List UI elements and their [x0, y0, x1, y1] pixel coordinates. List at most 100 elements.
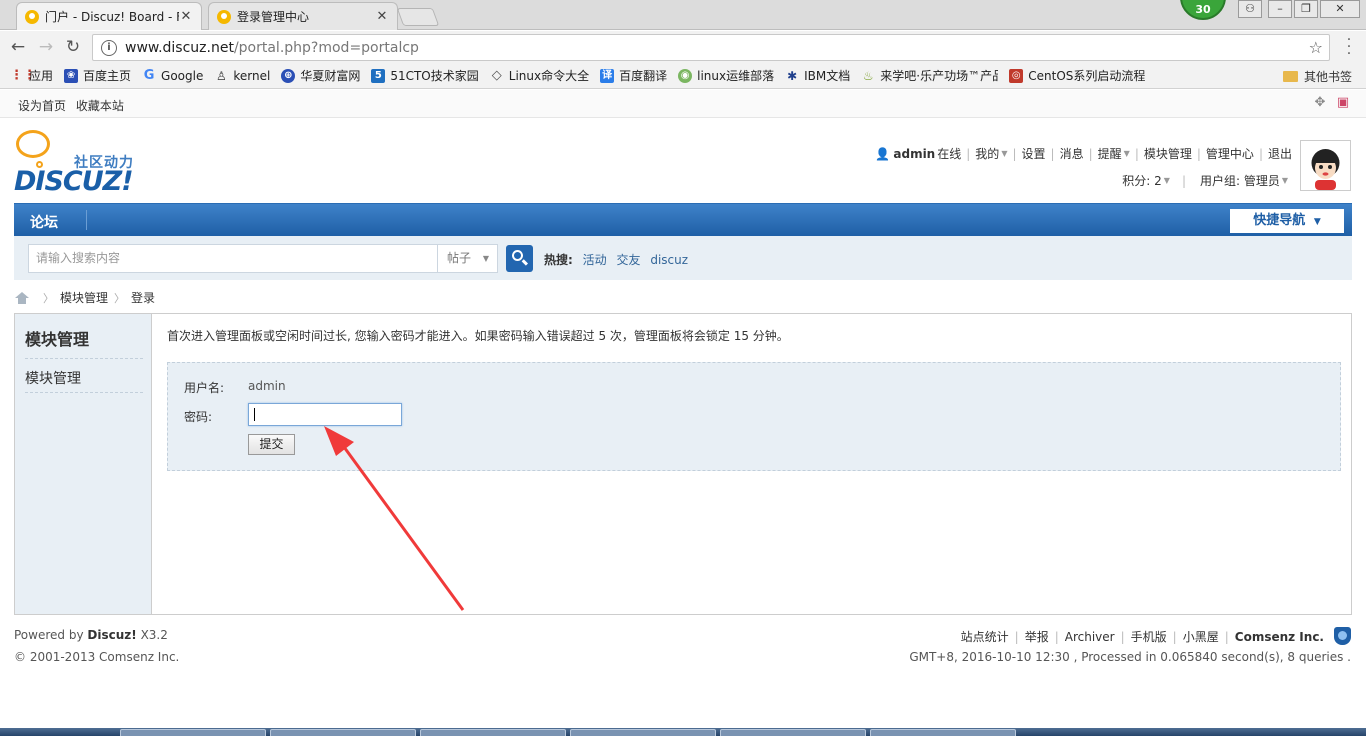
footer-link-archiver[interactable]: Archiver	[1065, 630, 1115, 644]
discuz-link[interactable]: Discuz!	[87, 628, 136, 642]
translate-icon: 译	[600, 68, 615, 83]
forward-arrow-icon[interactable]: →	[36, 37, 56, 57]
admin-center-link[interactable]: 管理中心	[1206, 145, 1254, 162]
security-shield-icon[interactable]	[1334, 627, 1351, 645]
avatar-image	[1301, 141, 1350, 190]
user-icon: 👤	[875, 146, 891, 161]
footer-company-link[interactable]: Comsenz Inc.	[1235, 630, 1324, 644]
username-link[interactable]: admin	[893, 147, 935, 161]
search-icon	[512, 250, 523, 261]
submit-button[interactable]: 提交	[248, 434, 295, 455]
linux-ops-icon: ◉	[678, 68, 693, 83]
bookmark-baidu-translate[interactable]: 译 百度翻译	[600, 67, 667, 84]
taskbar-item[interactable]	[270, 729, 416, 736]
home-icon[interactable]	[15, 291, 29, 304]
back-arrow-icon[interactable]: ←	[8, 37, 28, 57]
bookmark-apps[interactable]: ⋮⋮ 应用	[10, 67, 53, 84]
taskbar-item[interactable]	[720, 729, 866, 736]
style-switch-icon[interactable]: ▣	[1336, 96, 1350, 110]
search-input[interactable]: 请输入搜索内容	[28, 244, 452, 273]
reload-icon[interactable]: ↻	[63, 37, 83, 57]
hot-search: 热搜: 活动 交友 discuz	[544, 251, 694, 268]
messages-link[interactable]: 消息	[1060, 145, 1084, 162]
close-tab-icon[interactable]: ✕	[375, 9, 389, 24]
switch-width-icon[interactable]: ✥	[1313, 96, 1327, 110]
set-home-link[interactable]: 设为首页	[18, 99, 66, 113]
breadcrumb-module-manage[interactable]: 模块管理	[60, 289, 108, 306]
caret-down-icon: ▼	[1123, 149, 1130, 158]
main-nav-bar: 论坛 快捷导航 ▼	[14, 203, 1352, 236]
logout-link[interactable]: 退出	[1268, 145, 1292, 162]
url-path: /portal.php?mod=portalcp	[233, 39, 419, 56]
bookmark-centos[interactable]: ◎ CentOS系列启动流程	[1009, 67, 1145, 84]
user-stats: 积分: 2 ▼ | 用户组: 管理员 ▼	[1122, 172, 1288, 189]
nav-forum[interactable]: 论坛	[30, 212, 58, 232]
profile-icon[interactable]: ⚇	[1238, 0, 1262, 18]
taskbar-item[interactable]	[420, 729, 566, 736]
search-button[interactable]	[506, 245, 533, 272]
globe-icon: ⊕	[281, 68, 296, 83]
points-menu[interactable]: 积分: 2	[1122, 172, 1162, 189]
bookmark-other-folder[interactable]: 其他书签	[1282, 68, 1352, 85]
diamond-icon: ◇	[491, 67, 502, 83]
close-window-button[interactable]: ✕	[1320, 0, 1360, 18]
laixueba-icon: ♨	[862, 68, 874, 83]
footer-link-stats[interactable]: 站点统计	[961, 628, 1009, 645]
caret-down-icon: ▼	[1281, 176, 1288, 185]
bookmark-ibm[interactable]: ✱ IBM文档	[785, 67, 850, 84]
settings-link[interactable]: 设置	[1022, 145, 1046, 162]
taskbar-item[interactable]	[120, 729, 266, 736]
bookmark-huaxia[interactable]: ⊕ 华夏财富网	[281, 67, 360, 84]
restore-button[interactable]: ❐	[1294, 0, 1318, 18]
bookmark-kernel[interactable]: ♙ kernel	[214, 69, 270, 83]
password-field[interactable]	[248, 403, 402, 426]
quick-nav-button[interactable]: 快捷导航 ▼	[1230, 209, 1344, 233]
minimize-button[interactable]: –	[1268, 0, 1292, 18]
sidebar-item-module-manage[interactable]: 模块管理	[25, 368, 81, 388]
footer-link-report[interactable]: 举报	[1025, 628, 1049, 645]
apps-grid-icon: ⋮⋮	[10, 67, 36, 83]
search-type-select[interactable]: 帖子 ▼	[437, 244, 498, 273]
user-group-menu[interactable]: 用户组: 管理员	[1200, 172, 1280, 189]
text-cursor	[254, 408, 255, 421]
hot-term-link[interactable]: discuz	[650, 253, 688, 267]
discuz-logo[interactable]: 社区动力 DISCUZ!	[14, 128, 154, 198]
bookmark-linux-ops[interactable]: ◉ linux运维部落	[678, 67, 774, 84]
baidu-paw-icon: ❀	[64, 68, 79, 83]
bookmark-51cto[interactable]: 5 51CTO技术家园	[371, 67, 479, 84]
online-status: 在线	[937, 147, 962, 161]
bookmark-baidu[interactable]: ❀ 百度主页	[64, 67, 131, 84]
close-tab-icon[interactable]: ✕	[179, 9, 193, 24]
reminders-menu[interactable]: 提醒	[1098, 145, 1122, 162]
search-bar: 请输入搜索内容 帖子 ▼ 热搜: 活动 交友 discuz	[14, 236, 1352, 280]
address-toolbar: ← → ↻ i www.discuz.net /portal.php?mod=p…	[0, 31, 1366, 63]
favorite-link[interactable]: 收藏本站	[76, 99, 124, 113]
module-manage-link[interactable]: 模块管理	[1144, 145, 1192, 162]
hot-term-link[interactable]: 交友	[616, 253, 640, 267]
browser-tab-strip: 门户 - Discuz! Board - F ✕ 登录管理中心 ✕ 30 ⚇ –…	[0, 0, 1366, 30]
bookmark-linux-commands[interactable]: ◇ Linux命令大全	[490, 67, 589, 84]
bookmark-google[interactable]: G Google	[142, 68, 204, 83]
password-label: 密码:	[184, 410, 213, 424]
footer-link-mobile[interactable]: 手机版	[1131, 628, 1167, 645]
browser-tab-portal[interactable]: 门户 - Discuz! Board - F ✕	[16, 2, 202, 30]
user-links: 👤 admin 在线 | 我的 ▼ | 设置 | 消息 | 提醒 ▼ | 模块管理 …	[875, 145, 1292, 162]
my-menu[interactable]: 我的	[975, 145, 999, 162]
extension-badge[interactable]: 30	[1180, 0, 1226, 20]
taskbar-item[interactable]	[870, 729, 1016, 736]
bookmark-star-icon[interactable]: ☆	[1309, 38, 1323, 57]
info-icon[interactable]: i	[101, 39, 117, 56]
login-notice: 首次进入管理面板或空闲时间过长, 您输入密码才能进入。如果密码输入错误超过 5 …	[167, 329, 789, 343]
footer-link-blackroom[interactable]: 小黑屋	[1183, 628, 1219, 645]
51cto-icon: 5	[371, 68, 386, 83]
address-bar[interactable]: i www.discuz.net /portal.php?mod=portalc…	[92, 34, 1330, 61]
taskbar-item[interactable]	[570, 729, 716, 736]
hot-term-link[interactable]: 活动	[583, 253, 607, 267]
hot-search-label: 热搜:	[544, 253, 573, 267]
browser-tab-login[interactable]: 登录管理中心 ✕	[208, 2, 398, 30]
browser-menu-icon[interactable]: · · ·	[1344, 33, 1354, 61]
sidebar: 模块管理 模块管理	[15, 314, 152, 614]
bookmark-laixueba[interactable]: ♨ 来学吧·乐产功场™产品	[861, 67, 998, 84]
avatar[interactable]	[1300, 140, 1351, 191]
new-tab-button[interactable]	[396, 8, 440, 26]
